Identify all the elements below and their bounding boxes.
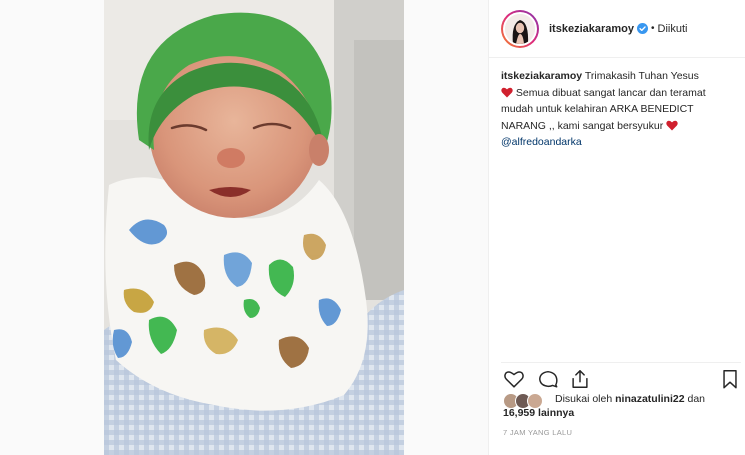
- post-caption: itskeziakaramoy Trimakasih Tuhan Yesus S…: [501, 68, 733, 151]
- heart-outline-icon[interactable]: [503, 368, 525, 390]
- liker-username[interactable]: ninazatulini22: [615, 393, 684, 405]
- comment-bubble-icon[interactable]: [537, 368, 559, 390]
- action-bar: [501, 362, 741, 390]
- liker-avatars: [503, 393, 553, 409]
- newborn-baby-photo: [104, 0, 404, 455]
- caption-username[interactable]: itskeziakaramoy: [501, 70, 582, 82]
- likes-summary: Disukai oleh ninazatulini22 dan 16,959 l…: [503, 392, 743, 420]
- bookmark-icon[interactable]: [719, 368, 741, 390]
- post-timestamp[interactable]: 7 JAM YANG LALU: [503, 428, 572, 437]
- post-header: itskeziakaramoy • Diikuti: [489, 0, 745, 58]
- likes-conjunction: dan: [687, 393, 706, 405]
- avatar: [505, 13, 535, 44]
- red-heart-emoji-icon: [666, 120, 678, 130]
- likes-prefix: Disukai oleh: [555, 393, 613, 405]
- post-photo[interactable]: [104, 0, 404, 455]
- red-heart-emoji-icon: [501, 87, 513, 97]
- header-username[interactable]: itskeziakaramoy: [549, 23, 634, 35]
- profile-photo-icon: [505, 13, 535, 44]
- following-status-button[interactable]: Diikuti: [658, 23, 688, 35]
- share-icon[interactable]: [569, 368, 591, 390]
- story-ring[interactable]: [501, 9, 539, 48]
- liker-avatar[interactable]: [527, 393, 543, 409]
- instagram-post-view: itskeziakaramoy • Diikuti itskeziakaramo…: [0, 0, 745, 455]
- verified-badge-icon: [637, 23, 648, 34]
- post-details-panel: itskeziakaramoy • Diikuti itskeziakaramo…: [488, 0, 745, 455]
- mention-link[interactable]: @alfredoandarka: [501, 136, 582, 148]
- caption-line1: Trimakasih Tuhan Yesus: [584, 70, 699, 82]
- separator-dot: •: [651, 23, 655, 34]
